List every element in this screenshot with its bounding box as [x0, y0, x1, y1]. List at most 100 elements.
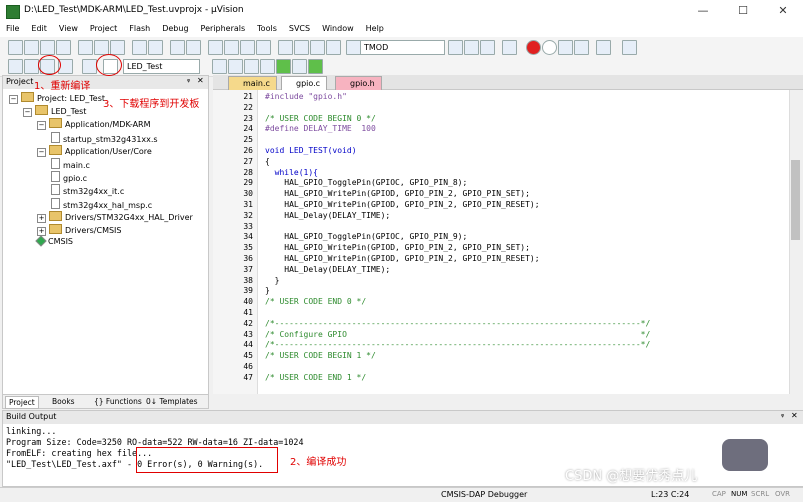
menu-project[interactable]: Project [84, 22, 123, 33]
tree-item[interactable]: − Application/MDK-ARM [37, 118, 151, 131]
unindent-icon[interactable] [294, 40, 309, 55]
debug-session-icon[interactable] [502, 40, 517, 55]
expand-toggle-icon[interactable]: + [37, 213, 46, 223]
menu-flash[interactable]: Flash [123, 22, 156, 33]
configure-icon[interactable] [622, 40, 637, 55]
menu-peripherals[interactable]: Peripherals [195, 22, 252, 33]
minimize-button[interactable]: — [683, 2, 723, 20]
menu-view[interactable]: View [53, 22, 84, 33]
close-window-button[interactable]: ✕ [763, 2, 803, 20]
redo-icon[interactable] [148, 40, 163, 55]
code-editor[interactable]: 21 22 23 24 25 26 27 28 29 30 31 32 33 34 35 36 37 38 39 40… [213, 90, 789, 394]
save-all-icon[interactable] [56, 40, 71, 55]
manage-runtime-icon[interactable] [244, 59, 259, 74]
run-time-environment-icon[interactable] [308, 59, 323, 74]
menu-file[interactable]: File [0, 22, 25, 33]
tree-item[interactable]: − Application/User/Core [37, 144, 152, 157]
tab-functions[interactable]: {} Functions [91, 396, 145, 407]
stop-build-icon[interactable] [82, 59, 97, 74]
bookmark-icon[interactable] [208, 40, 223, 55]
menu-edit[interactable]: Edit [25, 22, 53, 33]
close-panel-icon[interactable]: ✕ [791, 411, 798, 420]
line-number: 42 [243, 318, 253, 328]
cut-icon[interactable] [78, 40, 93, 55]
window-layout-icon[interactable] [596, 40, 611, 55]
bookmark-next-icon[interactable] [240, 40, 255, 55]
project-target-dropdown[interactable]: LED_Test [123, 59, 200, 74]
tree-item[interactable]: CMSIS [35, 235, 73, 247]
tree-item[interactable]: stm32g4xx_hal_msp.c [51, 197, 152, 210]
uncomment-icon[interactable] [326, 40, 341, 55]
build-icon[interactable] [24, 59, 39, 74]
undo-icon[interactable] [132, 40, 147, 55]
find-icon[interactable] [464, 40, 479, 55]
translate-icon[interactable] [8, 59, 23, 74]
close-panel-icon[interactable]: ✕ [197, 76, 204, 85]
expand-toggle-icon[interactable]: − [9, 95, 18, 104]
breakpoint-kill-icon[interactable] [574, 40, 589, 55]
breakpoint-icon[interactable] [526, 40, 541, 55]
expand-toggle-icon[interactable]: + [37, 227, 46, 236]
expand-toggle-icon[interactable]: − [23, 108, 32, 118]
tab-gpio-h[interactable]: gpio.h [335, 76, 382, 90]
menu-window[interactable]: Window [316, 22, 360, 33]
indent-icon[interactable] [278, 40, 293, 55]
menu-help[interactable]: Help [360, 22, 390, 33]
bookmark-prev-icon[interactable] [224, 40, 239, 55]
comment-icon[interactable] [310, 40, 325, 55]
paste-icon[interactable] [110, 40, 125, 55]
copy-icon[interactable] [94, 40, 109, 55]
tree-item-label: main.c [63, 161, 90, 170]
line-number: 28 [243, 167, 253, 177]
browse-icon[interactable] [480, 40, 495, 55]
select-software-packs-icon[interactable] [292, 59, 307, 74]
bookmark-clear-icon[interactable] [256, 40, 271, 55]
file-icon [51, 184, 60, 196]
folder-icon [49, 144, 62, 155]
tree-item[interactable]: stm32g4xx_it.c [51, 184, 124, 196]
tree-item[interactable]: gpio.c [51, 171, 87, 183]
line-number: 23 [243, 113, 253, 123]
editor-scroll-thumb[interactable] [791, 160, 800, 240]
code-line: HAL_Delay(DELAY_TIME); [265, 264, 391, 274]
tree-item[interactable]: + Drivers/CMSIS [37, 224, 121, 236]
maximize-button[interactable]: ☐ [723, 2, 763, 20]
expand-toggle-icon[interactable]: − [37, 147, 46, 157]
menu-svcs[interactable]: SVCS [283, 22, 316, 33]
tab-templates[interactable]: 0↓ Templates [143, 396, 201, 407]
menu-tools[interactable]: Tools [251, 22, 283, 33]
project-tree: − Project: LED_Test − LED_Test − Application/… [2, 89, 209, 395]
line-number: 41 [243, 308, 253, 317]
tab-main-c[interactable]: main.c [228, 76, 277, 90]
new-file-icon[interactable] [8, 40, 23, 55]
main-toolbar: TMOD [0, 37, 803, 58]
file-extensions-icon[interactable] [228, 59, 243, 74]
tree-item[interactable]: startup_stm32g431xx.s [51, 131, 158, 144]
tree-item[interactable]: − LED_Test [23, 105, 86, 118]
manage-pack-icon[interactable] [260, 59, 275, 74]
line-number-gutter: 21 22 23 24 25 26 27 28 29 30 31 32 33 34 35 36 37 38 39 40… [213, 90, 258, 394]
nav-back-icon[interactable] [170, 40, 185, 55]
toolbar-dropdown-arrow-icon[interactable] [448, 40, 463, 55]
code-line: /*--------------------------------------… [265, 340, 651, 350]
tab-project[interactable]: Project [5, 396, 39, 409]
tree-item[interactable]: main.c [51, 158, 90, 170]
menu-debug[interactable]: Debug [156, 22, 194, 33]
expand-toggle-icon[interactable]: − [37, 121, 46, 131]
options-for-target-icon[interactable] [212, 59, 227, 74]
editor-vertical-scrollbar[interactable] [789, 90, 803, 394]
target-dropdown[interactable]: TMOD [360, 40, 445, 55]
tab-gpio-c[interactable]: gpio.c [281, 76, 328, 90]
save-icon[interactable] [40, 40, 55, 55]
breakpoint-disable-icon[interactable] [542, 40, 557, 55]
tree-item[interactable]: + Drivers/STM32G4xx_HAL_Driver [37, 210, 193, 223]
breakpoint-clear-icon[interactable] [558, 40, 573, 55]
nav-forward-icon[interactable] [186, 40, 201, 55]
pin-icon[interactable]: ᵠ [187, 77, 190, 86]
pack-installer-icon[interactable] [276, 59, 291, 74]
pin-icon[interactable]: ᵠ [781, 412, 784, 421]
find-in-files-icon[interactable] [346, 40, 361, 55]
open-file-icon[interactable] [24, 40, 39, 55]
tab-books[interactable]: Books [49, 396, 78, 407]
tree-item[interactable]: − Project: LED_Test [9, 92, 105, 104]
